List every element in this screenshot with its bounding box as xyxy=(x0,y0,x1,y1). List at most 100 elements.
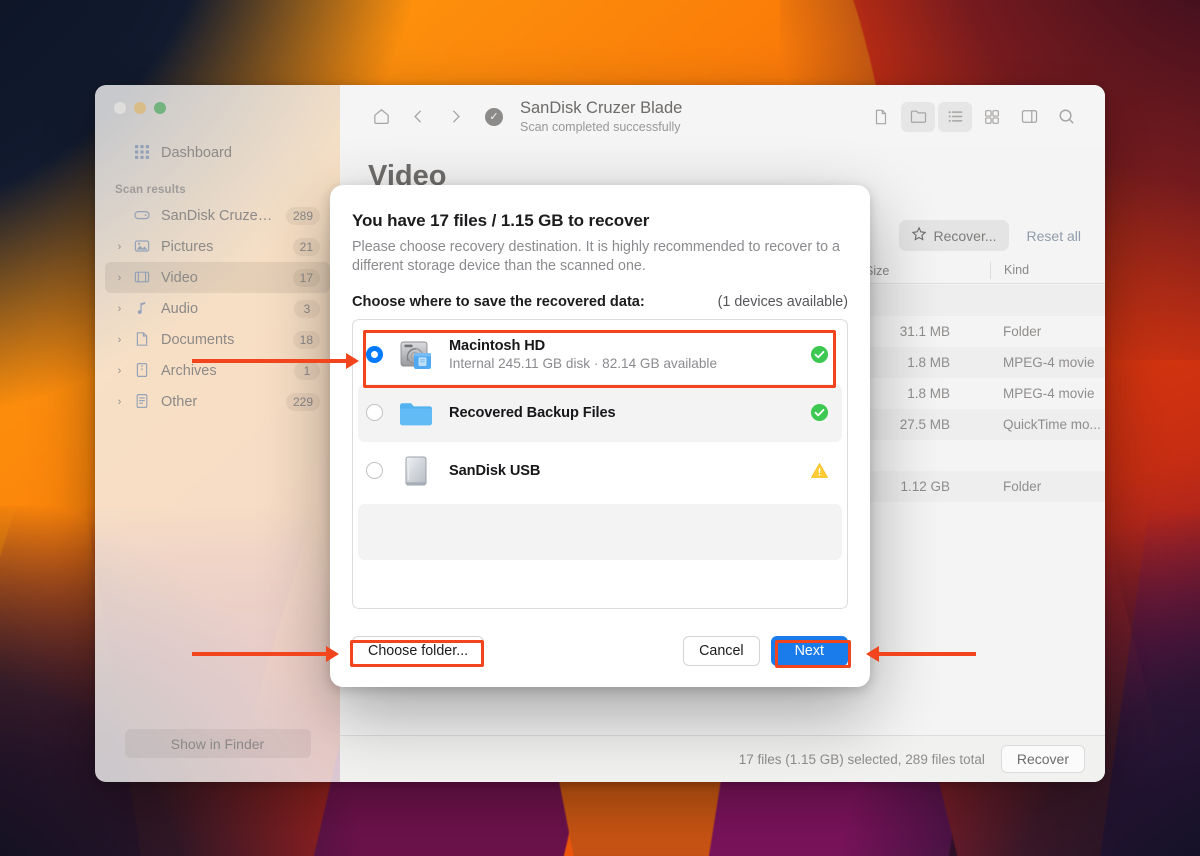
device-list-placeholder xyxy=(358,503,842,560)
device-text-block: SanDisk USB xyxy=(449,463,797,479)
sidebar-item-archives[interactable]: › Archives 1 xyxy=(105,355,330,386)
cell-kind: QuickTime mo... xyxy=(1003,417,1101,432)
device-row-sandisk-usb[interactable]: SanDisk USB xyxy=(358,442,842,500)
device-text-block: Macintosh HD Internal 245.11 GB disk · 8… xyxy=(449,338,797,371)
file-icon[interactable] xyxy=(864,102,898,132)
sidebar-section-caption: Scan results xyxy=(115,184,186,196)
sidebar-item-label: Audio xyxy=(161,300,199,317)
sidebar-item-other[interactable]: › Other 229 xyxy=(105,386,330,417)
device-text-block: Recovered Backup Files xyxy=(449,405,797,421)
toolbar-title-block: SanDisk Cruzer Blade Scan completed succ… xyxy=(520,99,861,134)
device-radio-sandisk-usb[interactable] xyxy=(366,462,383,480)
sidebar-item-audio[interactable]: › Audio 3 xyxy=(105,293,330,324)
chevron-left-icon[interactable] xyxy=(401,102,435,132)
star-icon xyxy=(911,226,927,245)
document-icon xyxy=(134,331,151,348)
grid-view-icon[interactable] xyxy=(975,102,1009,132)
disclosure-icon[interactable]: › xyxy=(115,241,124,253)
sidebar-item-sandisk-cruzer[interactable]: › SanDisk Cruzer B... 289 xyxy=(105,200,330,231)
cancel-button[interactable]: Cancel xyxy=(683,636,760,666)
sidebar-item-count: 18 xyxy=(292,330,320,349)
video-icon xyxy=(134,269,151,286)
chevron-right-icon[interactable] xyxy=(438,102,472,132)
dialog-footer-right: Cancel Next xyxy=(683,636,848,666)
column-header-kind[interactable]: Kind xyxy=(990,262,1029,279)
cell-kind: MPEG-4 movie xyxy=(1003,355,1095,370)
dialog-choose-row: Choose where to save the recovered data:… xyxy=(352,294,848,310)
recover-filter-button[interactable]: Recover... xyxy=(898,220,1009,251)
device-row-macintosh-hd[interactable]: Macintosh HD Internal 245.11 GB disk · 8… xyxy=(358,326,842,384)
cell-kind: Folder xyxy=(1003,479,1042,494)
disclosure-icon[interactable]: › xyxy=(115,272,124,284)
toolbar-title: SanDisk Cruzer Blade xyxy=(520,99,683,118)
window-traffic-lights xyxy=(95,85,340,114)
desktop-background: › Dashboard Scan results xyxy=(0,0,1200,856)
green-check-badge xyxy=(810,345,829,364)
cell-size: 31.1 MB xyxy=(899,324,950,339)
close-window-button[interactable] xyxy=(114,102,126,114)
cell-kind: Folder xyxy=(1003,324,1042,339)
sidebar-toggle-icon[interactable] xyxy=(1012,102,1046,132)
reset-all-link[interactable]: Reset all xyxy=(1027,228,1081,244)
sidebar-item-count: 17 xyxy=(292,268,320,287)
recover-button[interactable]: Recover xyxy=(1000,745,1085,773)
device-radio-macintosh-hd[interactable] xyxy=(366,346,383,364)
device-meta: Internal 245.11 GB disk · 82.14 GB avail… xyxy=(449,356,718,372)
next-button[interactable]: Next xyxy=(770,636,848,666)
device-name: SanDisk USB xyxy=(449,462,541,479)
device-row-recovered-backup-files[interactable]: Recovered Backup Files xyxy=(358,383,842,442)
drive-icon xyxy=(134,207,151,224)
yellow-warning-badge xyxy=(810,461,829,480)
sidebar-item-count: 3 xyxy=(294,299,320,318)
sidebar-item-count: 21 xyxy=(292,237,320,256)
toolbar: ✓ SanDisk Cruzer Blade Scan completed su… xyxy=(340,85,1105,148)
show-in-finder-button[interactable]: Show in Finder xyxy=(124,729,311,758)
sidebar-item-label: Dashboard xyxy=(161,144,232,161)
choose-folder-button[interactable]: Choose folder... xyxy=(352,636,485,666)
disclosure-icon[interactable]: › xyxy=(115,365,124,377)
sidebar-item-dashboard[interactable]: › Dashboard xyxy=(105,137,330,168)
device-name: Recovered Backup Files xyxy=(449,404,616,421)
choose-destination-label: Choose where to save the recovered data: xyxy=(352,293,645,310)
devices-available-count: (1 devices available) xyxy=(717,293,848,310)
sidebar-item-label: Other xyxy=(161,393,198,410)
cell-kind: MPEG-4 movie xyxy=(1003,386,1095,401)
cell-size: 1.8 MB xyxy=(907,355,950,370)
sidebar-item-label: SanDisk Cruzer B... xyxy=(161,207,276,224)
sidebar-item-pictures[interactable]: › Pictures 21 xyxy=(105,231,330,262)
sidebar-item-count: 229 xyxy=(285,392,320,411)
disclosure-icon[interactable]: › xyxy=(115,334,124,346)
sidebar-item-count: 289 xyxy=(285,206,320,225)
folder-icon[interactable] xyxy=(901,101,935,132)
check-circle-icon: ✓ xyxy=(485,107,503,126)
search-icon[interactable] xyxy=(1049,102,1083,132)
dashboard-grid-icon xyxy=(134,144,151,161)
disclosure-icon[interactable]: › xyxy=(115,396,124,408)
device-radio-recovered-backup-files[interactable] xyxy=(366,404,383,422)
maximize-window-button[interactable] xyxy=(154,102,166,114)
status-text: 17 files (1.15 GB) selected, 289 files t… xyxy=(738,751,985,767)
content-actions: Recover... Reset all xyxy=(898,220,1081,251)
home-icon[interactable] xyxy=(364,102,398,132)
sidebar: › Dashboard Scan results xyxy=(95,85,340,782)
internal-hard-drive-icon xyxy=(396,335,436,375)
status-bar: 17 files (1.15 GB) selected, 289 files t… xyxy=(340,735,1105,782)
sidebar-item-label: Pictures xyxy=(161,238,214,255)
archive-icon xyxy=(134,362,151,379)
cell-size: 1.12 GB xyxy=(900,479,950,494)
audio-icon xyxy=(134,300,151,317)
device-name: Macintosh HD xyxy=(449,338,546,355)
list-view-icon[interactable] xyxy=(938,101,972,132)
destination-device-list[interactable]: Macintosh HD Internal 245.11 GB disk · 8… xyxy=(352,318,848,609)
sidebar-item-documents[interactable]: › Documents 18 xyxy=(105,324,330,355)
dialog-subtitle: Please choose recovery destination. It i… xyxy=(352,239,840,275)
recovery-destination-dialog: You have 17 files / 1.15 GB to recover P… xyxy=(330,185,870,687)
sidebar-item-video[interactable]: › Video 17 xyxy=(105,262,330,293)
disclosure-icon[interactable]: › xyxy=(115,303,124,315)
green-check-badge xyxy=(810,403,829,422)
sidebar-item-label: Video xyxy=(161,269,198,286)
sidebar-item-count: 1 xyxy=(294,361,320,380)
minimize-window-button[interactable] xyxy=(134,102,146,114)
sidebar-item-label: Archives xyxy=(161,362,217,379)
other-icon xyxy=(134,393,151,410)
